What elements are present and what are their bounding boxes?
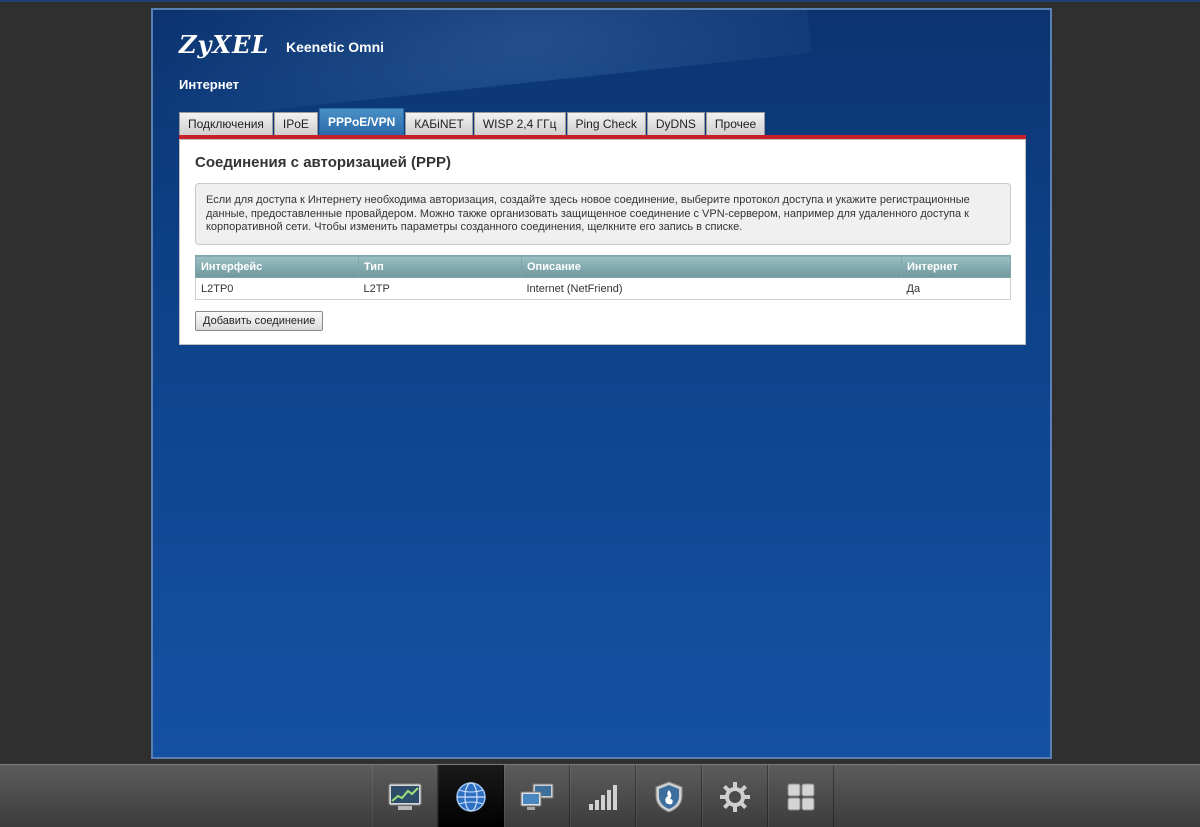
- tab-dydns[interactable]: DyDNS: [646, 112, 705, 135]
- router-frame: ZyXEL Keenetic Omni Интернет Подключения…: [151, 8, 1052, 759]
- wifi-signal-bars-icon: [589, 784, 617, 810]
- tab-other[interactable]: Прочее: [705, 112, 766, 135]
- monitor-chart-icon: [388, 783, 422, 810]
- column-header-internet: Интернет: [901, 255, 1011, 278]
- model-name: Keenetic Omni: [286, 39, 385, 55]
- taskbar-monitor[interactable]: [372, 765, 438, 827]
- content-panel: Соединения с авторизацией (PPP) Если для…: [179, 139, 1026, 345]
- tab-ipoe[interactable]: IPoE: [273, 112, 318, 135]
- taskbar-system[interactable]: [702, 765, 768, 827]
- apps-grid-icon: [787, 783, 815, 810]
- shield-icon: [655, 780, 683, 813]
- cell-description: Internet (NetFriend): [521, 277, 902, 300]
- panel-title: Соединения с авторизацией (PPP): [195, 154, 452, 171]
- tab-pppoe-vpn[interactable]: PPPoE/VPN: [318, 108, 405, 135]
- tab-kabinet[interactable]: КАБiNET: [405, 112, 473, 135]
- zyxel-logo: ZyXEL: [179, 30, 270, 59]
- globe-icon: [456, 781, 486, 812]
- gear-icon: [720, 781, 750, 812]
- column-header-description: Описание: [521, 255, 902, 278]
- bottom-taskbar: [0, 764, 1200, 827]
- taskbar-home-network[interactable]: [504, 765, 570, 827]
- add-connection-button[interactable]: Добавить соединение: [195, 311, 324, 331]
- taskbar-internet[interactable]: [438, 765, 504, 827]
- column-header-interface: Интерфейс: [195, 255, 359, 278]
- taskbar-apps[interactable]: [768, 765, 834, 827]
- cell-internet: Да: [901, 277, 1011, 300]
- network-computers-icon: [520, 783, 554, 810]
- tab-bar: Подключения IPoE PPPoE/VPN КАБiNET WISP …: [179, 108, 766, 135]
- info-box: Если для доступа к Интернету необходима …: [195, 183, 1011, 245]
- connections-table: Интерфейс Тип Описание Интернет L2TP0 L2…: [195, 255, 1011, 300]
- cell-type: L2TP: [358, 277, 522, 300]
- taskbar-icons: [372, 765, 834, 827]
- column-header-type: Тип: [358, 255, 522, 278]
- cell-interface: L2TP0: [195, 277, 359, 300]
- tab-ping-check[interactable]: Ping Check: [566, 112, 646, 135]
- tab-wisp[interactable]: WISP 2,4 ГГц: [473, 112, 566, 135]
- table-row[interactable]: L2TP0 L2TP Internet (NetFriend) Да: [195, 277, 1011, 300]
- table-header-row: Интерфейс Тип Описание Интернет: [195, 255, 1011, 278]
- taskbar-security[interactable]: [636, 765, 702, 827]
- tab-connections[interactable]: Подключения: [179, 112, 273, 135]
- page-title: Интернет: [179, 77, 240, 92]
- top-edge-line: [0, 0, 1200, 2]
- taskbar-wifi[interactable]: [570, 765, 636, 827]
